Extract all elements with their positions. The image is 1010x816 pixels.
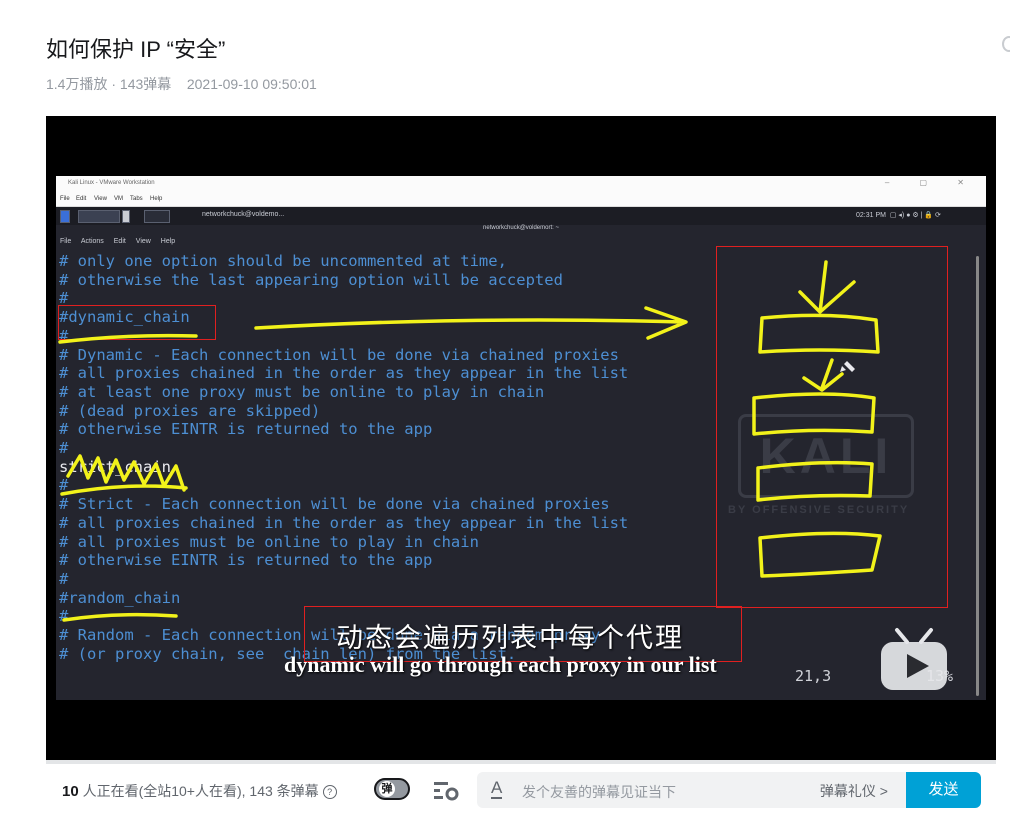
danmaku-count: 143弹幕 [119, 76, 172, 92]
view-count: 1.4万播放 [46, 76, 108, 92]
arrow-right [254, 306, 688, 340]
pen-icon [840, 361, 855, 372]
cursor-position: 21,3 [795, 667, 832, 685]
scribble-strict [60, 454, 188, 496]
proxy-box-3 [756, 460, 874, 502]
send-button[interactable]: 发送 [906, 772, 981, 808]
underline-random [62, 612, 178, 622]
viewer-count: 10 人正在看(全站10+人在看), 143 条弹幕? [62, 781, 337, 801]
danmaku-toggle-label: 弹 [379, 781, 395, 797]
danmaku-input[interactable]: A 发个友善的弹幕见证当下 弹幕礼仪 > [477, 772, 906, 808]
help-icon[interactable]: ? [322, 785, 337, 799]
proxy-box-2 [752, 392, 876, 436]
underline-dynamic [58, 333, 198, 344]
watching-text: 人正在看(全站10+人在看), 143 条弹幕 [78, 783, 319, 799]
danmaku-bar: 10 人正在看(全站10+人在看), 143 条弹幕? 弹 A 发个友善的弹幕见… [46, 760, 996, 816]
arrow-down-2 [802, 358, 844, 392]
proxy-box-4 [758, 531, 882, 578]
arrow-down-1 [798, 260, 856, 314]
danmaku-placeholder: 发个友善的弹幕见证当下 [522, 784, 676, 800]
subtitle-chinese: 动态会遍历列表中每个代理 [336, 623, 684, 654]
side-panel-edge [1002, 36, 1010, 52]
danmaku-toggle[interactable]: 弹 [374, 778, 410, 800]
watching-number: 10 [62, 783, 79, 800]
video-player[interactable]: Kali Linux - VMware Workstation – ▢ ✕ Fi… [46, 116, 996, 760]
progress-track[interactable] [46, 760, 996, 764]
bilibili-tv-play-icon[interactable] [879, 626, 949, 692]
proxy-box-1 [758, 313, 880, 354]
danmaku-etiquette-link[interactable]: 弹幕礼仪 > [820, 781, 888, 801]
meta-separator: · [107, 76, 120, 92]
subtitle-english: dynamic will go through each proxy in ou… [284, 652, 717, 677]
publish-date: 2021-09-10 09:50:01 [186, 76, 317, 92]
video-title: 如何保护 IP “安全” [46, 37, 226, 62]
video-meta: 1.4万播放 · 143弹幕 2021-09-10 09:50:01 [46, 74, 317, 94]
danmaku-settings-icon[interactable] [432, 780, 460, 802]
font-style-icon[interactable]: A [491, 779, 503, 799]
